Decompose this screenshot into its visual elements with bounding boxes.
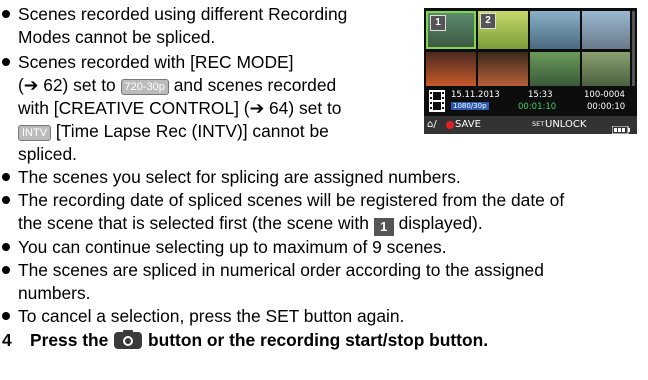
camera-button-icon <box>113 330 143 354</box>
bullet-dot <box>2 58 10 66</box>
thumbnail-scene-7[interactable] <box>530 52 580 86</box>
bullet-dot <box>2 10 10 18</box>
rec-mode-720-icon: 720-30p <box>120 79 169 95</box>
elapsed-time: 00:01:10 <box>518 102 557 112</box>
scene-one-icon: 1 <box>373 218 394 236</box>
thumbnail-scene-2[interactable]: 2 <box>478 11 528 49</box>
total-time: 00:00:10 <box>587 102 626 112</box>
thumbnail-scene-8[interactable] <box>582 52 630 86</box>
film-icon <box>429 90 445 117</box>
step-number: 4 <box>2 330 12 350</box>
mode-badge: 1080/30p <box>451 102 489 110</box>
battery-icon <box>611 121 630 134</box>
scene-number-badge: 1 <box>430 15 446 31</box>
thumbnail-scene-1[interactable]: 1 <box>426 11 476 49</box>
record-date: 15.11.2013 <box>451 90 500 100</box>
unlock-label[interactable]: UNLOCK <box>545 119 586 130</box>
intv-icon: INTV <box>18 125 52 141</box>
scrollbar[interactable] <box>632 11 635 86</box>
thumbnail-scene-6[interactable] <box>478 52 528 86</box>
bullet-dot <box>2 312 10 320</box>
save-label[interactable]: SAVE <box>455 119 481 130</box>
set-prefix: SET <box>532 120 545 128</box>
thumbnail-scene-3[interactable] <box>530 11 580 49</box>
bullet-dot <box>2 266 10 274</box>
camera-screen: 1 2 15.11.2013 15:33 100-0004 1080/30p 0… <box>424 8 637 134</box>
bullet-dot <box>2 243 10 251</box>
scene-number-badge: 2 <box>480 13 496 29</box>
thumbnail-scene-5[interactable] <box>426 52 476 86</box>
home-icon: ⌂/ <box>427 119 437 130</box>
bullet-dot <box>2 196 10 204</box>
record-dot-icon <box>446 121 454 129</box>
thumbnail-scene-4[interactable] <box>582 11 630 49</box>
bullet-dot <box>2 173 10 181</box>
record-time: 15:33 <box>528 90 553 100</box>
file-number: 100-0004 <box>584 90 625 100</box>
